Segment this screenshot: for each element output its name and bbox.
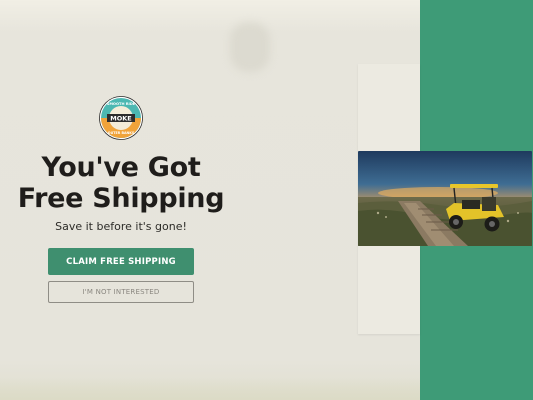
svg-text:SMOOTH RIDE: SMOOTH RIDE	[107, 102, 136, 106]
brand-logo-icon: MOKE SMOOTH RIDE OUTER BANKS	[99, 96, 143, 140]
headline-line-1: You've Got	[41, 152, 201, 183]
svg-text:MOKE: MOKE	[110, 115, 131, 123]
subtext: Save it before it's gone!	[55, 220, 187, 233]
headline-line-2: Free Shipping	[17, 183, 225, 214]
not-interested-button[interactable]: I'M NOT INTERESTED	[48, 281, 194, 303]
backdrop-blur-shape	[230, 22, 270, 72]
golf-cart-sunset-photo	[358, 151, 532, 246]
svg-text:OUTER BANKS: OUTER BANKS	[108, 131, 135, 135]
claim-free-shipping-button[interactable]: CLAIM FREE SHIPPING	[48, 248, 194, 275]
brand-logo: MOKE SMOOTH RIDE OUTER BANKS	[99, 96, 143, 140]
